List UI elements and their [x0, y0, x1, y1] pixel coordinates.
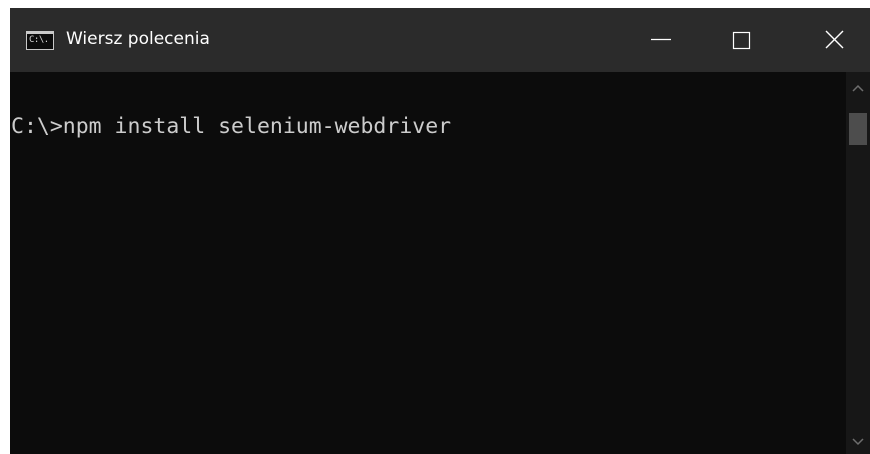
scroll-down-button[interactable] — [846, 430, 870, 454]
chevron-down-icon — [852, 438, 864, 446]
console-line: C:\>npm install selenium-webdriver — [11, 114, 452, 139]
chevron-up-icon — [852, 84, 864, 92]
cmd-app-icon[interactable]: C:\. — [26, 31, 54, 50]
minimize-button[interactable] — [604, 8, 698, 72]
cmd-icon-glyph: C:\. — [29, 35, 49, 45]
window-title: Wiersz polecenia — [66, 29, 210, 49]
console-output-area[interactable]: C:\>npm install selenium-webdriver — [10, 72, 846, 454]
scroll-up-button[interactable] — [846, 76, 870, 100]
close-button[interactable] — [776, 8, 870, 72]
vertical-scrollbar[interactable] — [846, 72, 870, 454]
command-prompt-window: C:\. Wiersz polecenia C:\>npm install se… — [10, 8, 870, 454]
minimize-icon — [651, 38, 671, 41]
title-bar[interactable]: C:\. Wiersz polecenia — [10, 8, 870, 72]
scrollbar-thumb[interactable] — [849, 113, 867, 145]
close-icon — [825, 30, 844, 49]
